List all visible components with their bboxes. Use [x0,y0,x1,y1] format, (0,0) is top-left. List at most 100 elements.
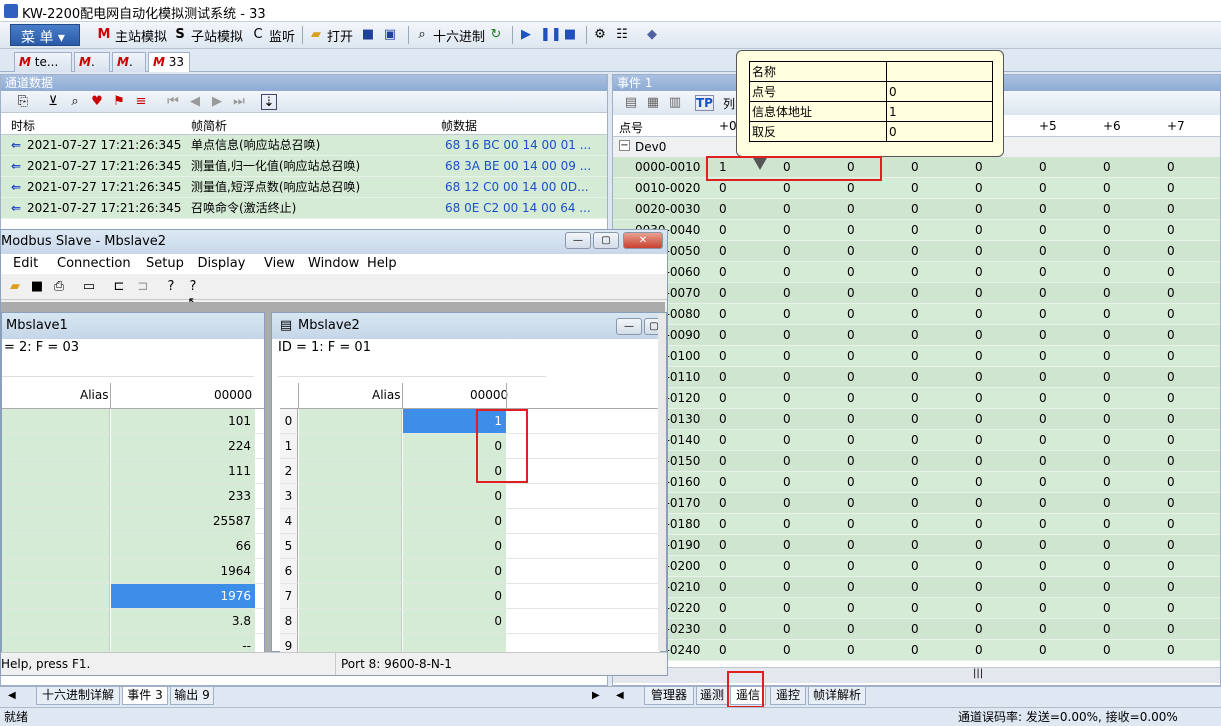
event-row[interactable]: 0180-019000000000 [613,535,1220,556]
stop-button[interactable]: ■ [562,26,578,44]
event-value[interactable]: 0 [975,220,983,241]
table-row[interactable]: ⇐ 2021-07-27 17:21:26:345 测量值,短浮点数(响应站总召唤)… [1,177,607,198]
event-value[interactable]: 0 [1039,577,1047,598]
monitor-button[interactable]: C 监听 [250,26,295,45]
event-row[interactable]: 0030-004000000000 [613,220,1220,241]
minimize-button[interactable]: — [565,232,591,249]
event-value[interactable]: 0 [1103,619,1111,640]
about-button[interactable]: ◆ [644,26,660,44]
event-value[interactable]: 0 [1103,220,1111,241]
pause-button[interactable]: ❚❚ [540,26,562,44]
config-button[interactable]: ☷ [614,26,630,44]
event-value[interactable]: 0 [783,535,791,556]
event-row[interactable]: 0050-006000000000 [613,262,1220,283]
register-value[interactable]: 3.8 [111,609,255,633]
coil-value[interactable]: 0 [403,559,506,583]
context-help-icon[interactable]: ?↖ [185,279,201,310]
event-value[interactable]: 0 [1039,199,1047,220]
menu-item-connection[interactable]: Connection [57,256,131,271]
menu-item-edit[interactable]: Edit [13,256,38,271]
play-button[interactable]: ▶ [518,26,534,44]
event-value[interactable]: 0 [911,556,919,577]
event-value[interactable]: 0 [1167,388,1175,409]
event-value[interactable]: 0 [1167,556,1175,577]
event-row[interactable]: 0020-0030 0 0 0 0 0 0 0 0 [613,199,1220,220]
event-value[interactable]: 0 [1103,556,1111,577]
event-value[interactable]: 0 [847,409,855,430]
table-row[interactable]: ⇐ 2021-07-27 17:21:26:345 单点信息(响应站总召唤) 68 1… [1,135,607,156]
alias-cell[interactable] [299,409,402,433]
event-value[interactable]: 0 [719,262,727,283]
bottom-tab-right-3[interactable]: 遥控 [770,687,806,705]
event-value[interactable]: 0 [719,514,727,535]
event-value[interactable]: 0 [719,430,727,451]
event-value[interactable]: 0 [911,388,919,409]
event-value[interactable]: 0 [847,619,855,640]
event-value[interactable]: 0 [1167,199,1175,220]
event-row[interactable]: 0230-024000000000 [613,640,1220,661]
event-value[interactable]: 0 [783,241,791,262]
event-value[interactable]: 0 [1103,409,1111,430]
event-value[interactable]: 0 [719,241,727,262]
grid3-icon[interactable]: ▥ [667,95,683,111]
open-button[interactable]: ▰ 打开 [308,26,353,45]
event-value[interactable]: 0 [911,262,919,283]
alias-cell[interactable] [2,534,110,558]
event-value[interactable]: 0 [783,577,791,598]
event-row[interactable]: 0120-013000000000 [613,409,1220,430]
event-value[interactable]: 0 [719,451,727,472]
event-value[interactable]: 0 [847,556,855,577]
event-row[interactable]: 0160-017000000000 [613,493,1220,514]
event-value[interactable]: 0 [1039,304,1047,325]
event-value[interactable]: 0 [1167,304,1175,325]
event-value[interactable]: 0 [847,451,855,472]
event-value[interactable]: 0 [719,493,727,514]
alias-cell[interactable] [299,434,402,458]
event-value[interactable]: 0 [1039,367,1047,388]
event-value[interactable]: 0 [783,514,791,535]
event-value[interactable]: 0 [911,220,919,241]
copy-icon[interactable]: ⎘ [15,94,31,110]
event-value[interactable]: 0 [1039,556,1047,577]
event-value[interactable]: 0 [1039,598,1047,619]
event-value[interactable]: 0 [1103,283,1111,304]
alias-cell[interactable] [2,559,110,583]
event-value[interactable]: 0 [719,325,727,346]
alias-cell[interactable] [299,584,402,608]
event-row[interactable]: 0190-020000000000 [613,556,1220,577]
event-value[interactable]: 0 [847,325,855,346]
event-value[interactable]: 0 [1039,472,1047,493]
event-value[interactable]: 0 [1039,262,1047,283]
event-value[interactable]: 0 [719,640,727,661]
event-value[interactable]: 0 [975,367,983,388]
event-value[interactable]: 0 [783,304,791,325]
event-value[interactable]: 0 [783,619,791,640]
event-value[interactable]: 0 [1103,157,1111,178]
event-value[interactable]: 0 [1103,598,1111,619]
event-value[interactable]: 0 [975,472,983,493]
alias-cell[interactable] [2,409,110,433]
event-value[interactable]: 0 [975,451,983,472]
event-row[interactable]: 0090-010000000000 [613,346,1220,367]
grid-icon[interactable]: ▤ [623,95,639,111]
event-value[interactable]: 0 [783,262,791,283]
event-value[interactable]: 0 [847,514,855,535]
save-icon[interactable]: ■ [29,279,45,295]
event-value[interactable]: 0 [1039,346,1047,367]
event-value[interactable]: 0 [911,346,919,367]
open-icon[interactable]: ▰ [7,279,23,295]
event-value[interactable]: 0 [847,367,855,388]
event-value[interactable]: 0 [783,220,791,241]
event-value[interactable]: 0 [847,493,855,514]
list-icon[interactable]: ≡ [133,94,149,110]
event-value[interactable]: 0 [1167,514,1175,535]
event-value[interactable]: 0 [719,619,727,640]
event-value[interactable]: 0 [783,325,791,346]
event-value[interactable]: 0 [911,199,919,220]
event-value[interactable]: 0 [847,598,855,619]
event-value[interactable]: 0 [975,325,983,346]
event-value[interactable]: 0 [911,283,919,304]
event-value[interactable]: 0 [911,367,919,388]
bottom-tab-1[interactable]: 事件 3 [122,687,168,705]
event-value[interactable]: 0 [1103,304,1111,325]
